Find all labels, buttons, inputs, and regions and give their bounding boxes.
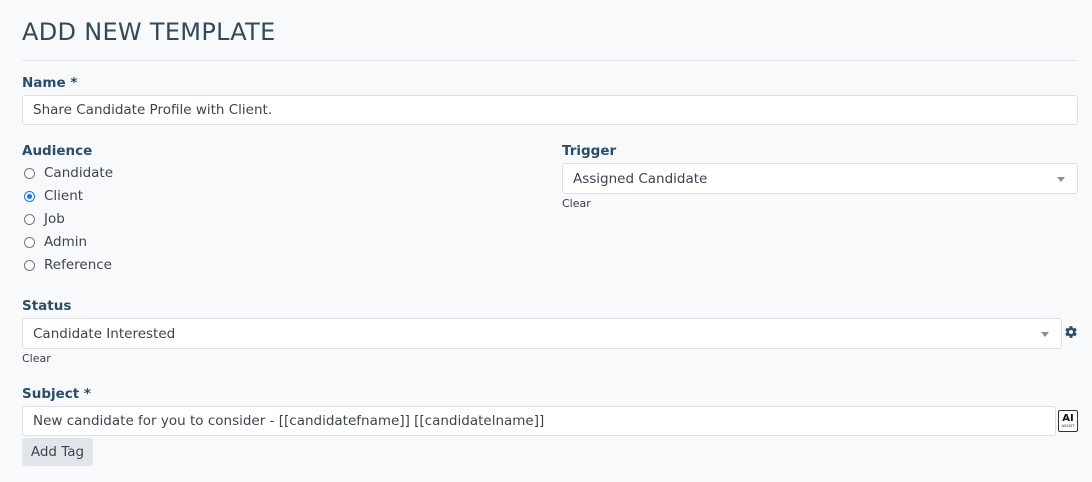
subject-input[interactable]: New candidate for you to consider - [[ca… [22,406,1056,436]
radio-label-admin: Admin [44,234,88,250]
radio-reference[interactable] [24,259,35,271]
page-title: ADD NEW TEMPLATE [22,18,276,46]
status-label: Status [22,298,72,314]
radio-label-client: Client [44,188,84,204]
radio-label-job: Job [44,211,65,227]
add-tag-button[interactable]: Add Tag [22,438,93,466]
status-select-value: Candidate Interested [33,325,176,342]
audience-option-client[interactable]: Client [24,187,83,205]
name-input[interactable]: Share Candidate Profile with Client. [22,95,1078,125]
audience-option-job[interactable]: Job [24,210,65,228]
status-select[interactable]: Candidate Interested [22,318,1062,349]
chevron-down-icon [1057,176,1065,182]
radio-label-candidate: Candidate [44,165,114,181]
radio-candidate[interactable] [24,167,35,179]
title-divider [22,60,1078,61]
audience-option-reference[interactable]: Reference [24,256,112,274]
gear-icon[interactable] [1064,325,1078,339]
radio-label-reference: Reference [44,257,112,273]
audience-label: Audience [22,143,93,159]
radio-admin[interactable] [24,236,35,248]
audience-option-admin[interactable]: Admin [24,233,87,251]
trigger-select-value: Assigned Candidate [573,170,708,187]
chevron-down-icon [1041,331,1049,337]
status-clear-link[interactable]: Clear [22,352,51,365]
trigger-label: Trigger [562,143,617,159]
ai-assist-main-text: AI [1062,412,1074,424]
name-input-value: Share Candidate Profile with Client. [33,102,273,118]
radio-client[interactable] [24,190,35,202]
ai-assist-button[interactable]: AI ASSIST [1058,410,1078,432]
trigger-select[interactable]: Assigned Candidate [562,163,1078,194]
radio-job[interactable] [24,213,35,225]
trigger-clear-link[interactable]: Clear [562,197,591,210]
subject-input-value: New candidate for you to consider - [[ca… [33,413,545,429]
audience-option-candidate[interactable]: Candidate [24,164,113,182]
subject-label: Subject * [22,386,91,402]
name-label: Name * [22,75,78,91]
ai-assist-sub-text: ASSIST [1061,423,1075,428]
